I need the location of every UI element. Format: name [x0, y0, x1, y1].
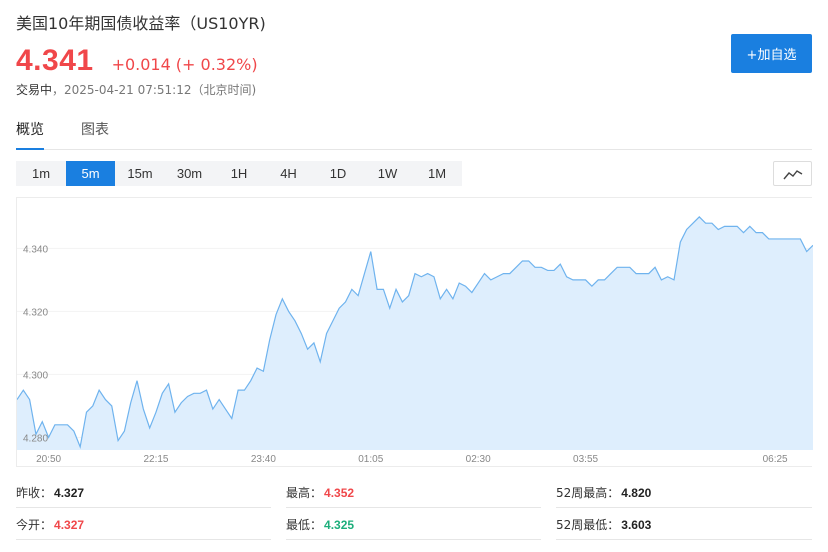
interval-15m[interactable]: 15m	[115, 161, 165, 186]
price-chart[interactable]: 4.280 4.300 4.320 4.340 20:50 22:15 23:40 01:0…	[16, 197, 813, 467]
x-tick-label: 20:50	[36, 454, 61, 465]
price-change: +0.014 (+ 0.32%)	[112, 55, 258, 74]
y-tick-label: 4.340	[23, 244, 48, 255]
price-chart-svg: 4.280 4.300 4.320 4.340 20:50 22:15 23:40 01:0…	[17, 216, 813, 465]
tab-overview[interactable]: 概览	[16, 120, 44, 150]
divider	[286, 507, 541, 508]
x-tick-label: 01:05	[358, 454, 383, 465]
stat-label: 最低：	[286, 518, 323, 532]
divider	[286, 539, 541, 540]
stat-52w-high: 52周最高： 4.820	[556, 484, 651, 501]
trading-status: 交易中，2025-04-21 07:51:12（北京时间)	[16, 81, 256, 98]
x-tick-label: 22:15	[143, 454, 168, 465]
stat-value: 4.820	[621, 486, 652, 500]
x-tick-label: 06:25	[763, 454, 788, 465]
y-tick-label: 4.300	[23, 370, 48, 381]
stat-value: 4.325	[324, 518, 355, 532]
stat-value: 4.327	[54, 486, 85, 500]
interval-5m[interactable]: 5m	[66, 161, 115, 186]
chart-type-button[interactable]	[773, 161, 812, 186]
interval-1m[interactable]: 1m	[16, 161, 66, 186]
trading-status-label: 交易中	[16, 83, 53, 97]
divider	[556, 539, 812, 540]
divider	[16, 539, 271, 540]
interval-selector: 1m 5m 15m 30m 1H 4H 1D 1W 1M	[16, 161, 462, 186]
price-row: 4.341 +0.014 (+ 0.32%)	[16, 44, 258, 78]
interval-1h[interactable]: 1H	[214, 161, 264, 186]
divider	[16, 507, 271, 508]
stat-label: 昨收：	[16, 486, 53, 500]
add-to-watchlist-button[interactable]: +加自选	[731, 34, 812, 73]
stat-label: 52周最高：	[556, 486, 620, 500]
x-tick-label: 03:55	[573, 454, 598, 465]
stat-value: 4.352	[324, 486, 355, 500]
stat-label: 最高：	[286, 486, 323, 500]
interval-30m[interactable]: 30m	[165, 161, 214, 186]
interval-1d[interactable]: 1D	[313, 161, 363, 186]
interval-4h[interactable]: 4H	[264, 161, 313, 186]
stat-high: 最高： 4.352	[286, 484, 354, 501]
y-tick-label: 4.320	[23, 307, 48, 318]
stat-low: 最低： 4.325	[286, 516, 354, 533]
y-tick-label: 4.280	[23, 433, 48, 444]
page-title: 美国10年期国债收益率（US10YR)	[16, 14, 266, 33]
stat-label: 今开：	[16, 518, 53, 532]
price-change-value: +0.014	[111, 55, 171, 74]
current-price: 4.341	[16, 44, 94, 77]
stat-value: 3.603	[621, 518, 652, 532]
tab-bar: 概览 图表	[16, 120, 812, 150]
chart-area	[17, 216, 813, 450]
x-tick-label: 02:30	[466, 454, 491, 465]
divider	[556, 507, 812, 508]
tab-chart[interactable]: 图表	[81, 120, 109, 150]
timestamp: ，2025-04-21 07:51:12（北京时间)	[52, 83, 257, 97]
line-chart-icon	[782, 169, 802, 179]
x-tick-label: 23:40	[251, 454, 276, 465]
stat-label: 52周最低：	[556, 518, 620, 532]
price-change-percent: (+ 0.32%)	[175, 55, 258, 74]
stat-open: 今开： 4.327	[16, 516, 84, 533]
stat-prev-close: 昨收： 4.327	[16, 484, 84, 501]
interval-1mo[interactable]: 1M	[412, 161, 462, 186]
stat-52w-low: 52周最低： 3.603	[556, 516, 651, 533]
interval-1w[interactable]: 1W	[363, 161, 412, 186]
stat-value: 4.327	[54, 518, 85, 532]
